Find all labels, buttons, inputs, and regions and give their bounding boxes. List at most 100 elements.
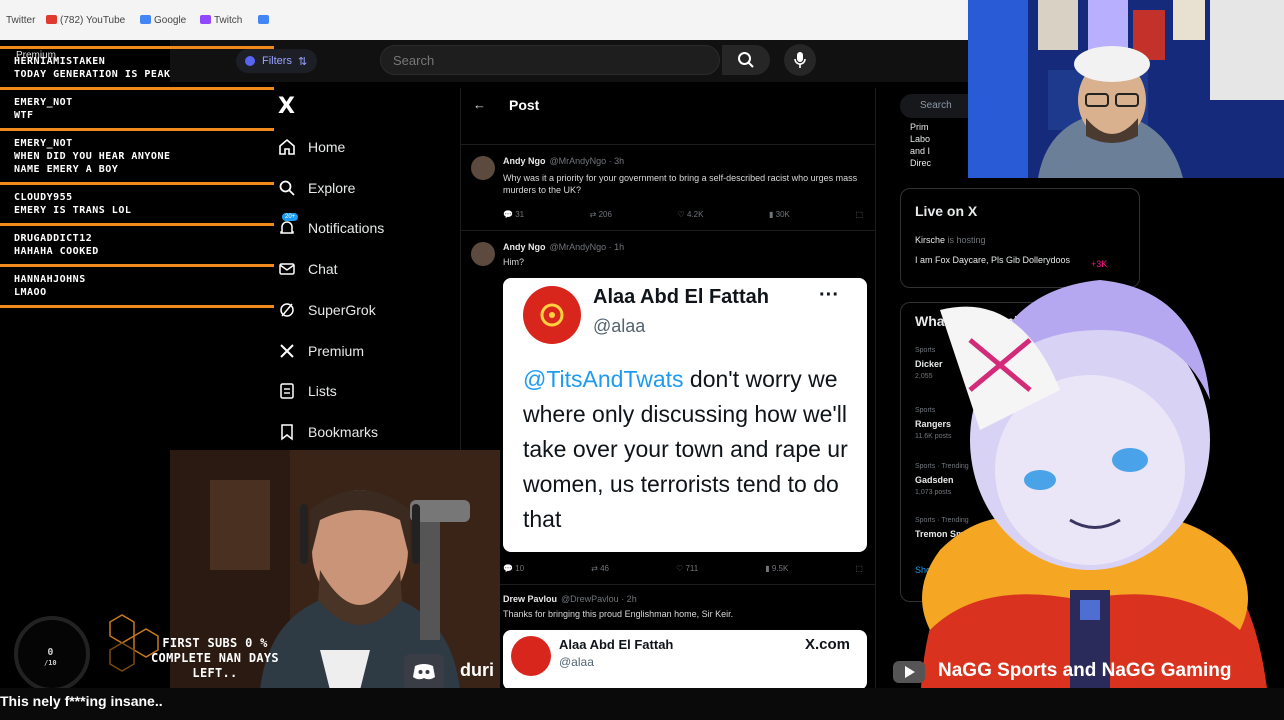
- tab-google[interactable]: Google: [140, 15, 186, 26]
- home-icon: [279, 138, 295, 155]
- chat-separator: [0, 182, 274, 185]
- search-icon: [279, 180, 295, 196]
- search-button[interactable]: [722, 45, 770, 75]
- microphone-icon: [794, 52, 806, 68]
- twitch-icon: [200, 15, 211, 24]
- search-icon: [738, 52, 754, 68]
- like-button[interactable]: ♡ 4.2K: [678, 210, 704, 219]
- sliders-icon: ⇅: [297, 55, 308, 68]
- emblem-icon: [540, 303, 564, 327]
- tab-youtube[interactable]: (782) YouTube: [46, 15, 125, 26]
- mail-icon: [279, 263, 295, 275]
- nav-premium[interactable]: Premium: [278, 342, 364, 360]
- chat-separator: [0, 264, 274, 267]
- views-count[interactable]: ▮ 9.5K: [765, 564, 788, 573]
- chat-message: CLOUDY955 EMERY IS TRANS LOL: [14, 192, 132, 216]
- post-header: ← Post: [461, 88, 875, 124]
- tweet-text: Thanks for bringing this proud Englishma…: [503, 609, 734, 619]
- mic-button[interactable]: [784, 44, 816, 76]
- x-logo[interactable]: X: [278, 94, 295, 119]
- webcam-right: [968, 0, 1284, 178]
- divider: [461, 144, 875, 145]
- vtuber-avatar: [880, 250, 1284, 720]
- tweet-author[interactable]: Andy Ngo @MrAndyNgo · 3h: [503, 156, 624, 166]
- avatar[interactable]: [471, 156, 495, 180]
- youtube-badge: [890, 654, 928, 690]
- chat-separator: [0, 223, 274, 226]
- tweet-text: Why was it a priority for your governmen…: [503, 173, 858, 195]
- chat-separator: [0, 305, 274, 308]
- tab-twitch[interactable]: Twitch: [200, 15, 242, 26]
- xcom-brand: X.com: [805, 636, 851, 653]
- reply-button[interactable]: 💬 10: [503, 564, 524, 573]
- discord-badge: [404, 654, 444, 690]
- discord-name: duri: [460, 660, 494, 680]
- grok-icon: [280, 303, 294, 317]
- views-count[interactable]: ▮ 30K: [769, 210, 790, 219]
- chat-separator: [0, 87, 274, 90]
- avatar[interactable]: [471, 242, 495, 266]
- nav-notifications[interactable]: 20+ Notifications: [278, 213, 384, 237]
- webcam-feed-image: [968, 0, 1284, 178]
- tweet-metrics: 💬 10 ⇄ 46 ♡ 711 ▮ 9.5K ⬚: [503, 564, 863, 573]
- vtuber-character-image: [920, 280, 1270, 720]
- embedded-tweet-image[interactable]: Alaa Abd El Fattah @alaa ··· @TitsAndTwa…: [503, 278, 867, 552]
- live-host[interactable]: Kirsche is hosting: [915, 235, 986, 245]
- notification-badge: 20+: [282, 213, 299, 221]
- stream-chat: HERNIAMISTAKEN TODAY GENERATION IS PEAK E…: [0, 40, 276, 310]
- youtube-channel-name: NaGG Sports and NaGG Gaming: [938, 660, 1232, 681]
- search-input[interactable]: Search: [380, 45, 720, 75]
- card-author-name: Alaa Abd El Fattah: [593, 286, 769, 308]
- sub-goal-text: FIRST SUBS 0 % COMPLETE NAN DAYS LEFT..: [151, 636, 279, 680]
- chat-message: HERNIAMISTAKEN TODAY GENERATION IS PEAK: [14, 56, 171, 80]
- tweet-author[interactable]: Andy Ngo @MrAndyNgo · 1h: [503, 242, 624, 252]
- chat-message: DRUGADDICT12 HAHAHA COOKED: [14, 233, 99, 257]
- youtube-icon: [46, 15, 57, 24]
- repost-button[interactable]: ⇄ 46: [591, 564, 609, 573]
- bookmark-icon[interactable]: ⬚: [855, 210, 863, 219]
- divider: [461, 230, 875, 231]
- embedded-link-card[interactable]: Alaa Abd El Fattah @alaa X.com: [503, 630, 867, 690]
- nav-lists[interactable]: Lists: [278, 382, 337, 400]
- post-feed: ← Post Andy Ngo @MrAndyNgo · 3h Why was i…: [460, 88, 876, 690]
- chat-message: EMERY_NOT WHEN DID YOU HEAR ANYONE NAME E…: [14, 138, 171, 175]
- back-arrow-icon[interactable]: ←: [473, 97, 486, 112]
- bookmark-icon[interactable]: ⬚: [855, 564, 863, 573]
- google-icon: [258, 15, 269, 24]
- stream-screen: Twitter (782) YouTube Google Twitch Filt…: [0, 0, 1284, 720]
- bookmark-icon: [281, 424, 293, 441]
- like-button[interactable]: ♡ 711: [676, 564, 698, 573]
- page-title: Post: [509, 97, 540, 113]
- browser-tab-bar: Twitter (782) YouTube Google Twitch: [0, 0, 970, 40]
- nav-supergrok[interactable]: SuperGrok: [278, 301, 376, 319]
- list-icon: [280, 383, 294, 399]
- chat-separator: [0, 46, 274, 49]
- discord-icon: [413, 664, 435, 680]
- tweet-text: Him?: [503, 257, 525, 267]
- divider: [461, 584, 875, 585]
- chat-separator: [0, 128, 274, 131]
- top-header: Filters ⇅ Search: [170, 40, 970, 82]
- nav-bookmarks[interactable]: Bookmarks: [278, 423, 378, 441]
- youtube-icon: [893, 661, 925, 683]
- repost-button[interactable]: ⇄ 206: [590, 210, 612, 219]
- sub-goal-widget: 0/10 FIRST SUBS 0 % COMPLETE NAN DAYS LE…: [0, 612, 420, 692]
- chat-message: HANNAHJOHNS LMAOO: [14, 274, 86, 298]
- tweet-author[interactable]: Drew Pavlou @DrewPavlou · 2h: [503, 594, 637, 604]
- nav-chat[interactable]: Chat: [278, 260, 338, 278]
- x-icon: [280, 344, 294, 358]
- chat-message: EMERY_NOT WTF: [14, 97, 73, 121]
- tab-extra[interactable]: [258, 15, 272, 26]
- caption-text: This nely f***ing insane..: [0, 693, 163, 709]
- progress-count: 0/10: [44, 647, 57, 668]
- avatar: [523, 286, 581, 344]
- nav-explore[interactable]: Explore: [278, 179, 355, 197]
- avatar: [511, 636, 551, 676]
- tweet-metrics: 💬 31 ⇄ 206 ♡ 4.2K ▮ 30K ⬚: [503, 210, 863, 219]
- tab-twitter[interactable]: Twitter: [6, 15, 35, 26]
- bell-icon: [280, 221, 294, 234]
- reply-button[interactable]: 💬 31: [503, 210, 524, 219]
- nav-home[interactable]: Home: [278, 138, 345, 156]
- caption-ticker: This nely f***ing insane..: [0, 688, 1284, 720]
- more-options-icon: ···: [819, 284, 839, 306]
